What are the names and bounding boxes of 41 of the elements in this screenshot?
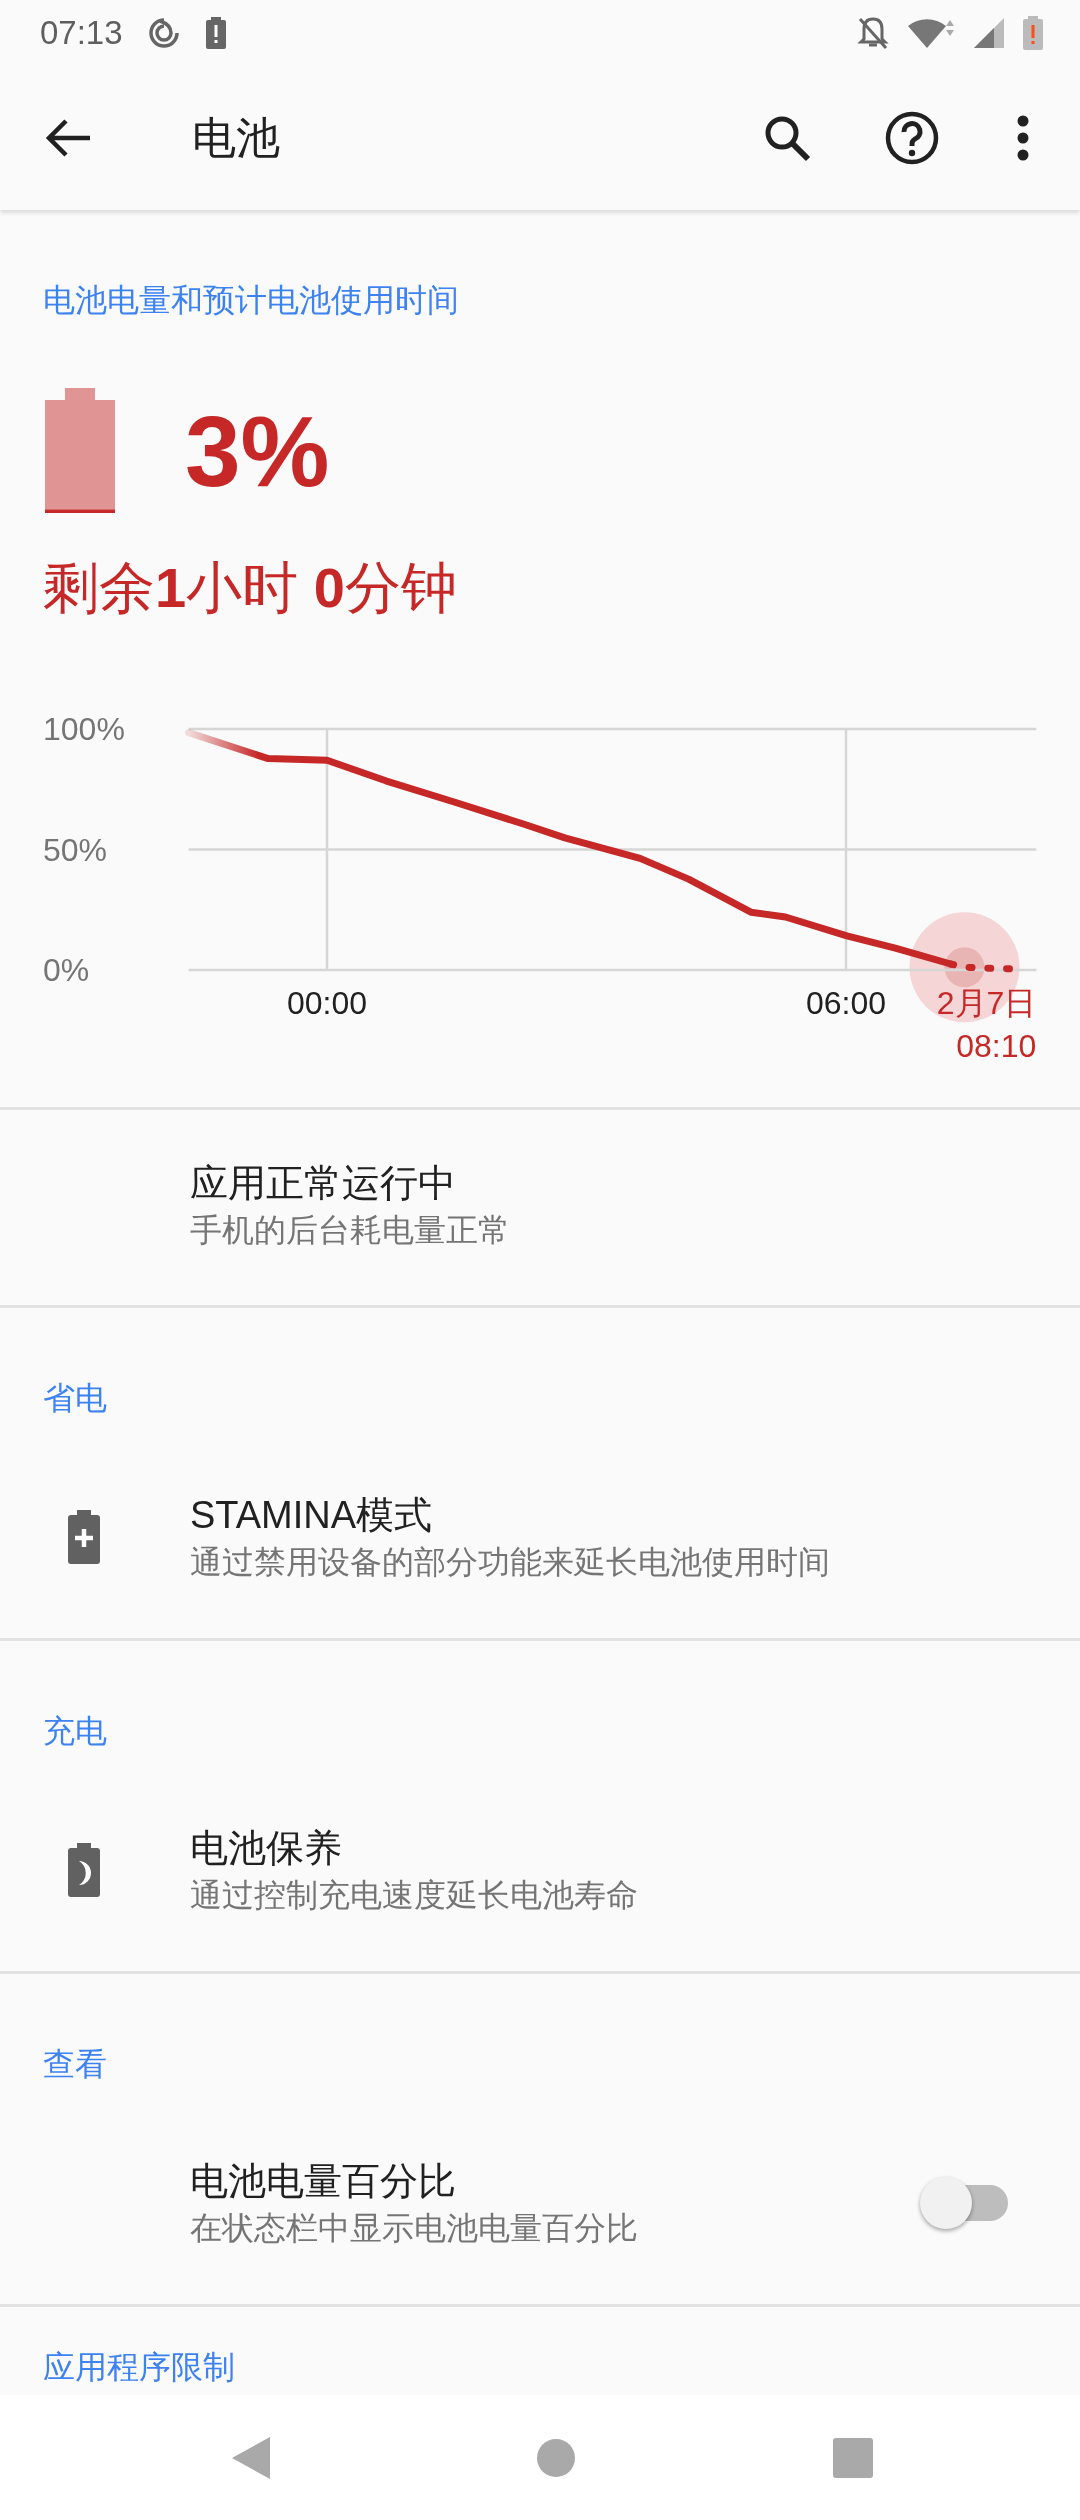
axis-label: 100%	[43, 711, 125, 747]
axis-label: 50%	[43, 831, 108, 868]
wifi-icon	[906, 16, 956, 50]
section-header: 充电	[42, 1712, 108, 1751]
item-title: 应用正常运行中	[190, 1161, 457, 1206]
item-subtitle: 通过禁用设备的部分功能来延长电池使用时间	[190, 1543, 831, 1582]
toolbar-title: 电池	[192, 112, 280, 164]
settings-row[interactable]: STAMINA模式 通过禁用设备的部分功能来延长电池使用时间	[0, 1418, 1080, 1638]
item-subtitle: 在状态栏中显示电池电量百分比	[190, 2209, 639, 2248]
projection-line	[947, 960, 1013, 973]
toggle-switch[interactable]	[920, 2175, 1010, 2231]
end-date: 2月7日	[936, 985, 1037, 1021]
battery-plus-icon	[68, 1510, 100, 1564]
item-subtitle: 通过控制充电速度延长电池寿命	[190, 1876, 639, 1915]
signal-icon	[972, 16, 1006, 50]
end-time: 08:10	[956, 1028, 1037, 1064]
battery-percent: 3%	[185, 400, 330, 501]
bell-off-icon	[856, 15, 890, 51]
section-header: 省电	[42, 1379, 108, 1418]
back-button[interactable]	[44, 118, 92, 158]
battery-alert-icon	[1022, 15, 1044, 51]
remaining-time: 剩余1小时 0分钟	[42, 555, 458, 621]
axis-label: 0%	[43, 952, 90, 988]
item-title: 电池电量百分比	[190, 2159, 457, 2204]
section-header: 应用程序限制	[42, 2348, 236, 2387]
axis-label: 00:00	[286, 985, 368, 1021]
swirl-icon	[146, 16, 181, 50]
battery-alert-icon	[204, 16, 227, 50]
item-title: 电池保养	[190, 1826, 343, 1871]
section-header: 查看	[42, 2045, 108, 2084]
status-time: 07:13	[40, 13, 123, 54]
item-title: STAMINA模式	[190, 1493, 434, 1538]
battery-moon-icon	[68, 1843, 100, 1897]
more-button[interactable]	[1016, 115, 1030, 161]
section-header: 电池电量和预计电池使用时间	[42, 281, 460, 320]
help-button[interactable]	[885, 111, 939, 165]
settings-row[interactable]: 电池保养 通过控制充电速度延长电池寿命	[0, 1751, 1080, 1971]
settings-row[interactable]: 电池电量百分比 在状态栏中显示电池电量百分比	[0, 2084, 1080, 2304]
item-subtitle: 手机的后台耗电量正常	[190, 1211, 511, 1250]
battery-icon	[45, 388, 115, 513]
axis-label: 06:00	[805, 985, 887, 1021]
